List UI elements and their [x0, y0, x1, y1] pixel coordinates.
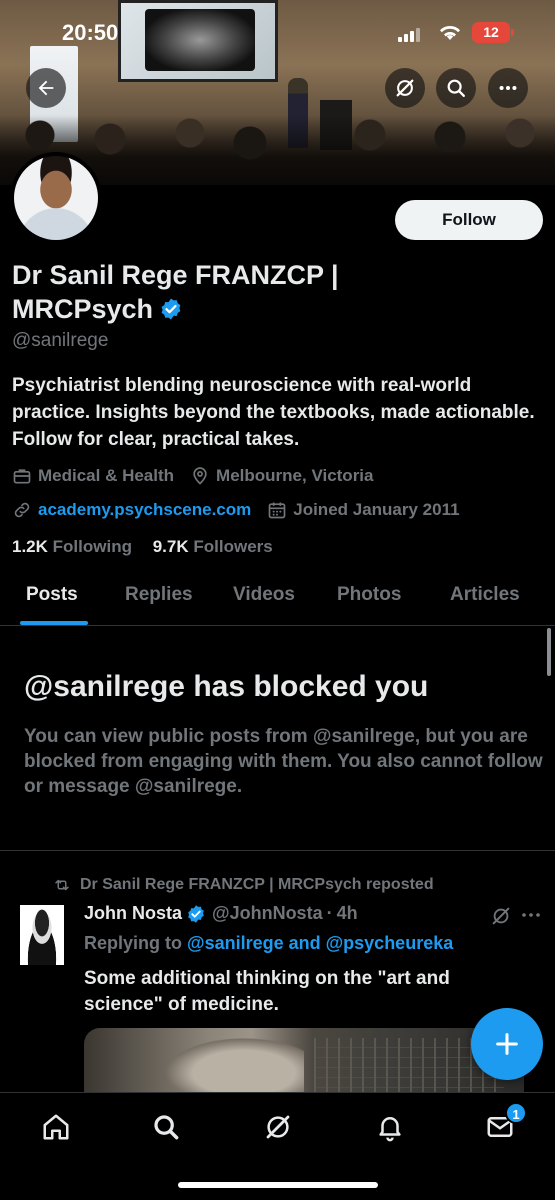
more-options-button[interactable]	[488, 68, 528, 108]
replying-prefix: Replying to	[84, 933, 182, 953]
calendar-icon	[268, 502, 286, 519]
status-time: 20:50	[62, 20, 119, 45]
joined-text: Joined January 2011	[293, 500, 460, 519]
blocked-message: You can view public posts from @sanilreg…	[24, 726, 543, 797]
tab-articles[interactable]: Articles	[450, 584, 520, 606]
following-count: 1.2K	[12, 537, 48, 556]
profile-joined: Joined January 2011	[267, 500, 460, 520]
profile-name: Dr Sanil Rege FRANZCP | MRCPsych	[12, 258, 432, 326]
repost-icon	[55, 879, 69, 891]
profile-tabs: Posts Replies Videos Photos Articles	[0, 576, 555, 626]
profile-avatar[interactable]	[10, 152, 102, 244]
search-button[interactable]	[436, 68, 476, 108]
tweet-header: John Nosta @JohnNosta · 4h	[84, 903, 358, 924]
battery-indicator: 12	[472, 22, 514, 43]
following-link[interactable]: 1.2K Following	[12, 537, 132, 556]
tab-photos[interactable]: Photos	[337, 584, 401, 606]
tweet-more-icon[interactable]	[522, 910, 540, 920]
replying-to-users[interactable]: @sanilrege and @psycheureka	[187, 933, 453, 953]
followers-label: Followers	[193, 537, 273, 556]
profile-bio: Psychiatrist blending neuroscience with …	[12, 375, 535, 450]
profile-meta-row-1: Medical & Health Melbourne, Victoria	[12, 466, 390, 486]
grok-icon[interactable]	[490, 905, 512, 927]
tweet-time: 4h	[336, 903, 358, 923]
location-text: Melbourne, Victoria	[216, 466, 374, 485]
verified-icon[interactable]	[159, 297, 183, 321]
nav-grok[interactable]	[262, 1111, 294, 1143]
link-icon	[14, 502, 30, 518]
home-indicator[interactable]	[178, 1182, 378, 1188]
profile-location: Melbourne, Victoria	[190, 466, 374, 486]
bell-icon	[379, 1117, 401, 1142]
location-icon	[193, 467, 207, 485]
profile-website[interactable]: academy.psychscene.com	[12, 500, 251, 520]
category-text: Medical & Health	[38, 466, 175, 485]
tab-replies[interactable]: Replies	[125, 584, 193, 606]
search-icon	[447, 79, 465, 97]
followers-link[interactable]: 9.7K Followers	[153, 537, 273, 556]
active-tab-indicator	[20, 621, 88, 625]
website-link[interactable]: academy.psychscene.com	[38, 500, 251, 520]
follow-button[interactable]: Follow	[395, 200, 543, 240]
scrollbar[interactable]	[547, 628, 551, 676]
following-label: Following	[52, 537, 132, 556]
tweet-replying-to: Replying to @sanilrege and @psycheureka	[84, 933, 453, 954]
tab-videos[interactable]: Videos	[233, 584, 295, 606]
grok-icon	[266, 1115, 290, 1139]
compose-plus-icon	[496, 1033, 518, 1055]
wifi-icon	[440, 26, 460, 40]
section-divider	[0, 850, 555, 851]
tweet-text[interactable]: Some additional thinking on the "art and…	[84, 966, 504, 1018]
blocked-title: @sanilrege has blocked you	[24, 670, 429, 703]
grok-icon	[396, 79, 414, 97]
tweet-separator: ·	[326, 903, 333, 923]
tweet-author-handle: @JohnNosta	[212, 903, 323, 923]
followers-count: 9.7K	[152, 537, 189, 556]
more-icon	[499, 85, 517, 91]
grok-button[interactable]	[385, 68, 425, 108]
status-bar: 20:50 12	[0, 0, 555, 62]
profile-handle: @sanilrege	[12, 330, 109, 351]
nav-home[interactable]	[40, 1111, 72, 1143]
nav-search[interactable]	[150, 1111, 182, 1143]
avatar-photo	[14, 156, 98, 240]
profile-stats: 1.2K Following 9.7K Followers	[12, 537, 289, 557]
briefcase-icon	[13, 469, 31, 484]
tweet-author-name[interactable]: John Nosta	[84, 903, 182, 924]
tweet-author-avatar[interactable]	[20, 905, 64, 965]
tab-posts[interactable]: Posts	[26, 584, 78, 606]
tweet-media-image[interactable]	[84, 1028, 524, 1098]
profile-category: Medical & Health	[12, 466, 174, 486]
compose-button[interactable]	[471, 1008, 543, 1080]
back-button[interactable]	[26, 68, 66, 108]
repost-label[interactable]: Dr Sanil Rege FRANZCP | MRCPsych reposte…	[80, 876, 434, 894]
profile-meta-row-2: academy.psychscene.com Joined January 20…	[12, 500, 476, 520]
cellular-signal-icon	[398, 26, 424, 42]
search-icon	[154, 1115, 179, 1140]
verified-icon	[188, 904, 204, 923]
home-icon	[43, 1114, 69, 1140]
nav-notifications[interactable]	[374, 1111, 406, 1143]
repost-indicator: Dr Sanil Rege FRANZCP | MRCPsych reposte…	[52, 876, 434, 894]
messages-badge: 1	[505, 1102, 527, 1124]
back-arrow-icon	[38, 80, 54, 96]
